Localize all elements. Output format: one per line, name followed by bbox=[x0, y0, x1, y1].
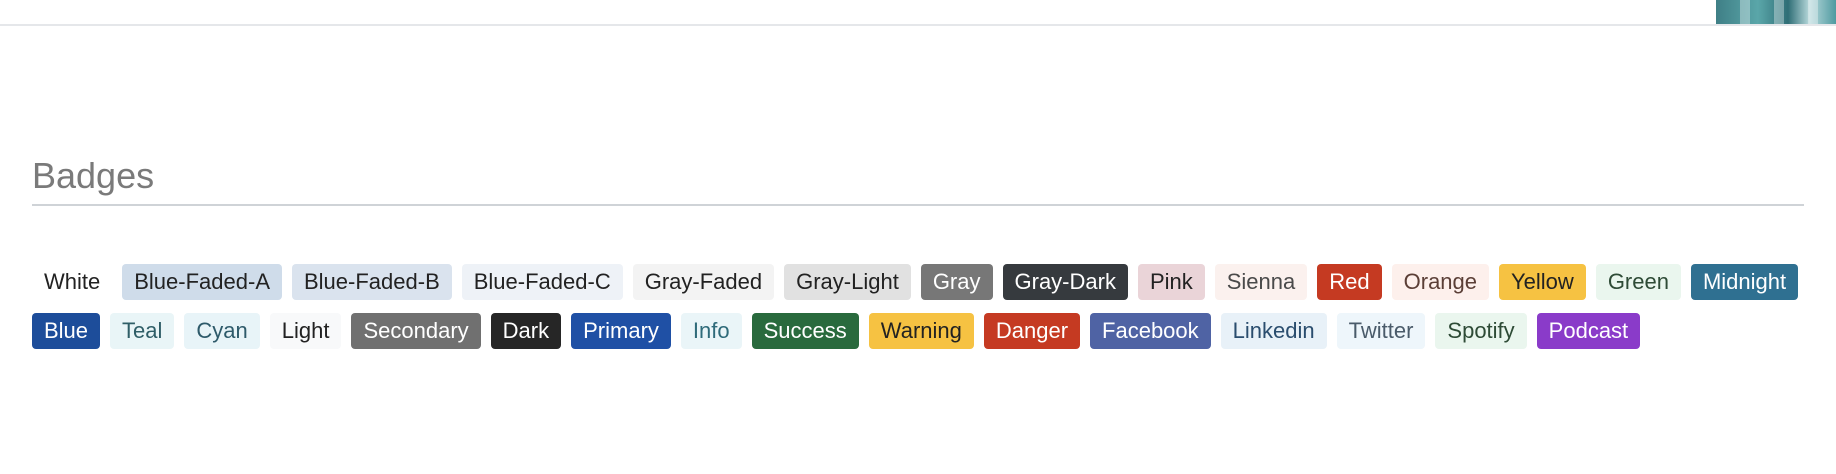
badge-gray: Gray bbox=[920, 264, 993, 300]
badges-section: Badges bbox=[32, 150, 1804, 206]
badge-blue-faded-a: Blue-Faded-A bbox=[122, 264, 282, 300]
badge-primary: Primary bbox=[571, 313, 671, 349]
badge-white: White bbox=[32, 264, 113, 300]
badge-midnight: Midnight bbox=[1690, 264, 1799, 300]
badge-cyan: Cyan bbox=[184, 313, 260, 349]
avatar-image-detail bbox=[1808, 0, 1818, 24]
badge-list: White Blue-Faded-A Blue-Faded-B Blue-Faded-… bbox=[32, 264, 1804, 349]
badge-gray-dark: Gray-Dark bbox=[1002, 264, 1128, 300]
badge-twitter: Twitter bbox=[1336, 313, 1426, 349]
badge-blue: Blue bbox=[32, 313, 101, 349]
badge-sienna: Sienna bbox=[1214, 264, 1308, 300]
avatar-image-detail bbox=[1774, 0, 1784, 24]
badge-success: Success bbox=[751, 313, 859, 349]
badge-blue-faded-c: Blue-Faded-C bbox=[461, 264, 623, 300]
avatar-image-detail bbox=[1740, 0, 1750, 24]
top-bar bbox=[0, 0, 1836, 26]
badge-green: Green bbox=[1595, 264, 1681, 300]
badge-gray-light: Gray-Light bbox=[784, 264, 911, 300]
badge-light: Light bbox=[269, 313, 342, 349]
badge-warning: Warning bbox=[868, 313, 974, 349]
badge-blue-faded-b: Blue-Faded-B bbox=[292, 264, 452, 300]
badge-dark: Dark bbox=[490, 313, 562, 349]
badge-orange: Orange bbox=[1391, 264, 1490, 300]
badge-facebook: Facebook bbox=[1090, 313, 1211, 349]
badge-secondary: Secondary bbox=[351, 313, 481, 349]
badge-podcast: Podcast bbox=[1536, 313, 1641, 349]
badge-yellow: Yellow bbox=[1499, 264, 1586, 300]
section-title: Badges bbox=[32, 150, 1804, 206]
avatar[interactable] bbox=[1716, 0, 1836, 24]
badge-info: Info bbox=[680, 313, 742, 349]
badge-linkedin: Linkedin bbox=[1220, 313, 1327, 349]
badge-gray-faded: Gray-Faded bbox=[632, 264, 775, 300]
badge-red: Red bbox=[1317, 264, 1382, 300]
badge-pink: Pink bbox=[1137, 264, 1205, 300]
badge-teal: Teal bbox=[110, 313, 175, 349]
badge-danger: Danger bbox=[983, 313, 1081, 349]
badge-spotify: Spotify bbox=[1435, 313, 1527, 349]
